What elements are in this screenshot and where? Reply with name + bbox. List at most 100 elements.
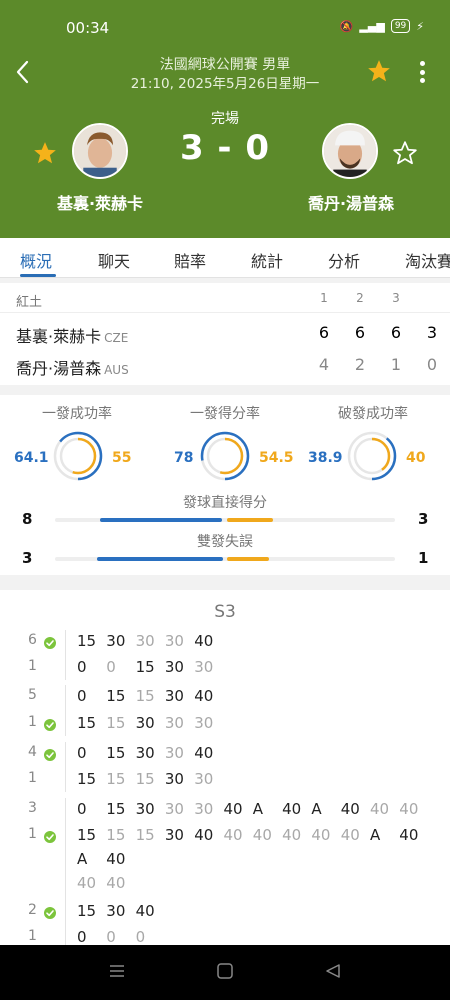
game-divider-line	[65, 742, 66, 792]
point-score-away: 40	[252, 826, 272, 844]
game-num-home: 6	[28, 632, 37, 648]
point-score-home: 30	[106, 902, 126, 920]
point-score-away: A	[77, 850, 88, 868]
status-bar: 00:34 🔕 ▂▄▆ 99 ⚡	[0, 14, 450, 42]
point-score-home: 15	[106, 687, 126, 705]
stats-summary: 一發成功率 一發得分率 破發成功率 64.1 55 78 54.5 38.9 4…	[0, 395, 450, 575]
tab-stats[interactable]: 統計	[251, 248, 283, 272]
game-divider-line	[65, 798, 66, 900]
tab-analysis[interactable]: 分析	[328, 248, 360, 272]
point-score-away: 30	[164, 770, 184, 788]
game-num-away: 1	[28, 770, 37, 786]
away-sets-total: 0	[426, 355, 438, 374]
point-score-away: 30	[194, 658, 214, 676]
away-player-avatar[interactable]	[322, 123, 378, 179]
stat-title-first-serve-points: 一發得分率	[190, 406, 260, 422]
point-score-away: 15	[106, 770, 126, 788]
double-faults-away: 1	[418, 549, 429, 567]
tab-knockout[interactable]: 淘汰賽	[405, 248, 450, 272]
set-label: S3	[214, 602, 236, 622]
double-faults-title: 雙發失誤	[197, 534, 253, 550]
away-player-star-outline-icon[interactable]	[392, 140, 418, 166]
point-score-home: 0	[77, 687, 87, 705]
signal-icon: ▂▄▆	[359, 19, 385, 33]
first-serve-points-ring	[200, 431, 250, 481]
point-score-home: 40	[194, 687, 214, 705]
point-score-away: 40	[311, 826, 331, 844]
point-score-away: 40	[223, 826, 243, 844]
point-score-home: 40	[340, 800, 360, 818]
stat-title-break-points: 破發成功率	[338, 406, 408, 422]
tab-bar: 概況 聊天 賠率 統計 分析 淘汰賽	[0, 238, 450, 278]
point-score-home: 30	[135, 800, 155, 818]
stat-away-first-serve-points: 54.5	[259, 450, 294, 466]
section-gap	[0, 385, 450, 395]
point-score-home: 40	[370, 800, 390, 818]
point-score-away: 15	[135, 658, 155, 676]
game-divider-line	[65, 900, 66, 945]
point-score-away: 15	[77, 826, 97, 844]
more-vert-icon[interactable]	[414, 58, 430, 86]
away-name-text: 喬丹·湯普森	[16, 359, 102, 378]
tab-odds[interactable]: 賠率	[174, 248, 206, 272]
stat-away-break-points: 40	[406, 450, 426, 466]
home-name-text: 基裏·萊赫卡	[16, 327, 102, 346]
point-score-away: 30	[135, 714, 155, 732]
away-set-3: 1	[390, 355, 402, 374]
away-country: AUS	[104, 363, 129, 377]
home-player-avatar[interactable]	[72, 123, 128, 179]
aces-home: 8	[22, 510, 33, 528]
point-score-home: 40	[194, 632, 214, 650]
back-triangle-icon[interactable]	[324, 963, 342, 979]
away-player-name[interactable]: 喬丹·湯普森	[271, 190, 431, 214]
away-set-1: 4	[318, 355, 330, 374]
double-faults-home-fill	[97, 557, 223, 561]
point-score-home: 15	[106, 800, 126, 818]
stat-home-break-points: 38.9	[308, 450, 343, 466]
game-num-away: 1	[28, 714, 37, 730]
point-score-away: 40	[282, 826, 302, 844]
home-square-icon[interactable]	[216, 963, 234, 979]
point-score-home: 40	[223, 800, 243, 818]
game-num-away: 1	[28, 826, 37, 842]
point-score-away: 30	[194, 770, 214, 788]
point-score-away: 15	[77, 714, 97, 732]
stat-title-first-serve: 一發成功率	[42, 406, 112, 422]
point-score-away: 15	[77, 770, 97, 788]
aces-away: 3	[418, 510, 429, 528]
game-won-check-icon	[44, 907, 56, 919]
double-faults-bar	[55, 557, 395, 561]
point-score-away: 0	[106, 658, 116, 676]
point-score-away: 0	[77, 658, 87, 676]
menu-icon[interactable]	[108, 963, 126, 979]
aces-home-fill	[100, 518, 222, 522]
home-player-name[interactable]: 基裏·萊赫卡	[20, 190, 180, 214]
aces-title: 發球直接得分	[183, 495, 267, 511]
aces-bar	[55, 518, 395, 522]
point-by-point: S3 6 1 15 30 30 30 40 0 0 15 30 30 5 1 0 15 15 30 40 15 15 30…	[0, 590, 450, 945]
point-score-home: 15	[135, 687, 155, 705]
point-score-away: 40	[399, 826, 419, 844]
home-set-3: 6	[390, 323, 402, 342]
point-score-away: 30	[164, 658, 184, 676]
point-score-home: 40	[135, 902, 155, 920]
set-header-3: 3	[392, 291, 400, 305]
status-icons: 🔕 ▂▄▆ 99 ⚡	[340, 19, 424, 33]
home-player-star-icon[interactable]	[32, 140, 58, 166]
tab-overview[interactable]: 概況	[20, 248, 52, 272]
point-score-away: 0	[77, 928, 87, 945]
game-divider-line	[65, 685, 66, 736]
scoreboard: 紅土 1 2 3 基裏·萊赫卡 CZE 6 6 6 3 喬丹·湯普森 AUS 4 2…	[0, 283, 450, 385]
point-score-away: 15	[106, 826, 126, 844]
point-score-home: 15	[77, 632, 97, 650]
stat-away-first-serve: 55	[112, 450, 132, 466]
point-score-away: 0	[135, 928, 146, 945]
system-nav-bar	[0, 945, 450, 1000]
break-points-ring	[347, 431, 397, 481]
scoreboard-away-name: 喬丹·湯普森 AUS	[16, 355, 129, 379]
charging-icon: ⚡	[416, 19, 424, 33]
point-score-away: 30	[164, 826, 184, 844]
tab-chat[interactable]: 聊天	[98, 248, 130, 272]
favorite-match-star-icon[interactable]	[366, 58, 392, 84]
game-num-home: 2	[28, 902, 37, 918]
